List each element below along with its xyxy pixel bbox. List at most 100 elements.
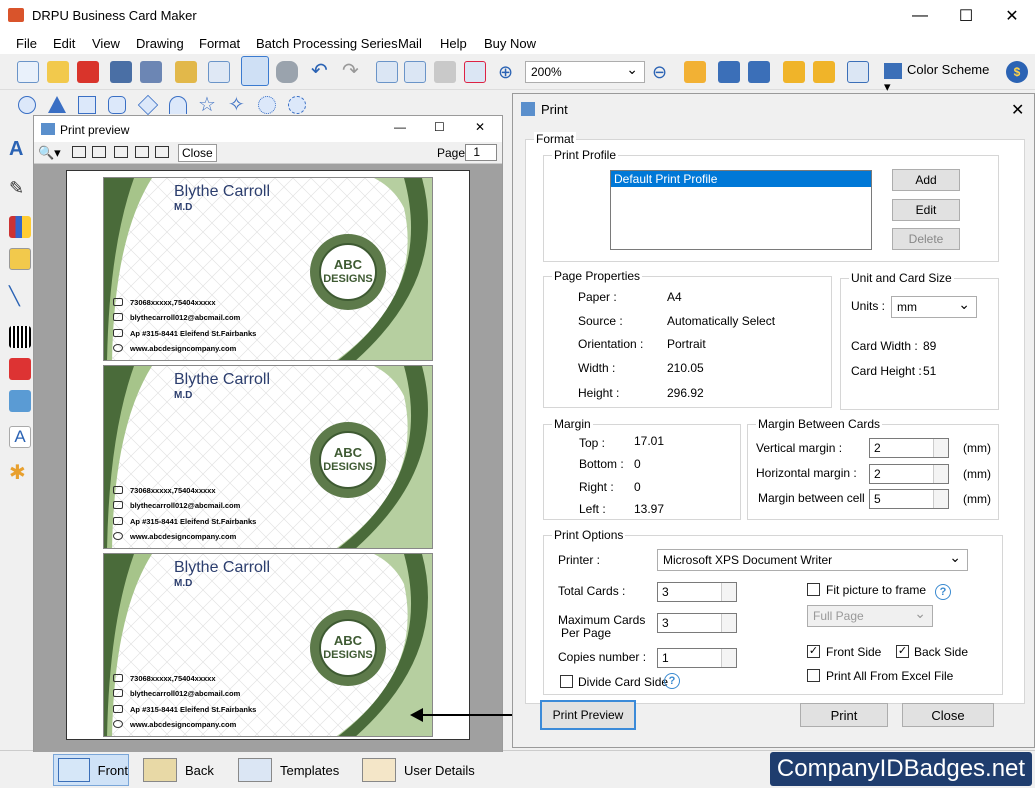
- print-button[interactable]: Print: [800, 703, 888, 727]
- preview-minimize[interactable]: —: [394, 120, 406, 134]
- menu-format[interactable]: Format: [199, 36, 240, 51]
- ellipse-icon[interactable]: [18, 96, 36, 114]
- send-back-icon[interactable]: [748, 61, 770, 83]
- menu-edit[interactable]: Edit: [53, 36, 75, 51]
- zoom-in-icon[interactable]: ⊕: [498, 61, 520, 83]
- horizontal-margin-input[interactable]: 2: [869, 464, 949, 484]
- page-spinner[interactable]: 1: [465, 144, 497, 161]
- buy-icon[interactable]: $: [1006, 61, 1028, 83]
- color-scheme-dropdown[interactable]: Color Scheme ▾: [884, 62, 999, 94]
- total-cards-input[interactable]: 3: [657, 582, 737, 602]
- image-icon[interactable]: [9, 248, 31, 270]
- pen-icon[interactable]: ✎: [9, 178, 31, 200]
- menu-file[interactable]: File: [16, 36, 37, 51]
- tab-back[interactable]: Back: [143, 754, 214, 786]
- puzzle-icon[interactable]: ✱: [9, 460, 31, 484]
- rectangle-icon[interactable]: [78, 96, 96, 114]
- menu-help[interactable]: Help: [440, 36, 467, 51]
- print-icon[interactable]: [241, 56, 269, 86]
- zoom-select[interactable]: 200%: [525, 61, 645, 83]
- minimize-button[interactable]: —: [897, 0, 943, 31]
- copies-input[interactable]: 1: [657, 648, 737, 668]
- printer-select[interactable]: Microsoft XPS Document Writer: [657, 549, 968, 571]
- units-select[interactable]: mm: [891, 296, 977, 318]
- properties-icon[interactable]: [208, 61, 230, 83]
- delete-icon[interactable]: [464, 61, 486, 83]
- maximize-button[interactable]: ☐: [943, 0, 989, 31]
- picture-icon[interactable]: [9, 390, 31, 412]
- profile-list[interactable]: Default Print Profile: [610, 170, 872, 250]
- open-icon[interactable]: [47, 61, 69, 83]
- barcode-icon[interactable]: [9, 326, 31, 348]
- triangle-icon[interactable]: [48, 96, 66, 113]
- menu-mail[interactable]: Mail: [398, 36, 422, 51]
- tab-user-details[interactable]: User Details: [362, 754, 475, 786]
- four-page-icon[interactable]: [135, 146, 149, 158]
- print-preview-button[interactable]: Print Preview: [540, 700, 636, 730]
- preview-maximize[interactable]: ☐: [434, 120, 445, 134]
- preview-close-button[interactable]: Close: [178, 144, 217, 162]
- rounded-rect-icon[interactable]: [108, 96, 126, 114]
- vertical-margin-input[interactable]: 2: [869, 438, 949, 458]
- cut-icon[interactable]: [404, 61, 426, 83]
- profile-item[interactable]: Default Print Profile: [611, 171, 871, 187]
- paste-icon[interactable]: [434, 61, 456, 83]
- edit-button[interactable]: Edit: [892, 199, 960, 221]
- fit-frame-checkbox[interactable]: [807, 583, 820, 596]
- six-page-icon[interactable]: [155, 146, 169, 158]
- back-side-checkbox[interactable]: ✓: [896, 645, 909, 658]
- fit-frame-label: Fit picture to frame: [826, 583, 927, 597]
- zoom-icon[interactable]: 🔍▾: [38, 145, 61, 161]
- export-icon[interactable]: [175, 61, 197, 83]
- redo-icon[interactable]: ↷: [342, 61, 364, 83]
- line-icon[interactable]: ╲: [9, 286, 31, 308]
- menu-batch[interactable]: Batch Processing Series: [256, 36, 398, 51]
- library-icon[interactable]: [9, 216, 31, 238]
- tab-front[interactable]: Front: [53, 754, 129, 786]
- copy-icon[interactable]: [376, 61, 398, 83]
- menu-drawing[interactable]: Drawing: [136, 36, 184, 51]
- front-side-checkbox[interactable]: ✓: [807, 645, 820, 658]
- unlock-icon[interactable]: [813, 61, 835, 83]
- lock-icon[interactable]: [783, 61, 805, 83]
- divide-help-icon[interactable]: ?: [664, 673, 680, 689]
- burst-icon[interactable]: [258, 96, 276, 114]
- save-as-icon[interactable]: [140, 61, 162, 83]
- max-cards-input[interactable]: 3: [657, 613, 737, 633]
- new-icon[interactable]: [17, 61, 39, 83]
- bring-front-icon[interactable]: [718, 61, 740, 83]
- star-icon[interactable]: ☆: [198, 95, 216, 115]
- full-page-select[interactable]: Full Page: [807, 605, 933, 627]
- watermark-icon[interactable]: A: [9, 426, 31, 448]
- shapes-icon[interactable]: [9, 358, 31, 380]
- print-dialog-close[interactable]: ✕: [1011, 100, 1024, 120]
- tab-templates[interactable]: Templates: [238, 754, 339, 786]
- menu-buynow[interactable]: Buy Now: [484, 36, 536, 51]
- delete-button[interactable]: Delete: [892, 228, 960, 250]
- two-page-icon[interactable]: [92, 146, 106, 158]
- menu-view[interactable]: View: [92, 36, 120, 51]
- group-icon[interactable]: [847, 61, 869, 83]
- three-page-icon[interactable]: [114, 146, 128, 158]
- excel-checkbox[interactable]: [807, 669, 820, 682]
- database-icon[interactable]: [276, 61, 298, 83]
- zoom-out-icon[interactable]: ⊖: [652, 61, 674, 83]
- fit-help-icon[interactable]: ?: [935, 584, 951, 600]
- star4-icon[interactable]: ✧: [228, 95, 246, 115]
- save-icon[interactable]: [110, 61, 132, 83]
- undo-icon[interactable]: ↶: [311, 61, 333, 83]
- one-page-icon[interactable]: [72, 146, 86, 158]
- close-doc-icon[interactable]: [77, 61, 99, 83]
- add-button[interactable]: Add: [892, 169, 960, 191]
- close-button[interactable]: ✕: [989, 0, 1035, 31]
- arc-icon[interactable]: [169, 96, 187, 114]
- dialog-close-button[interactable]: Close: [902, 703, 994, 727]
- preview-close[interactable]: ✕: [475, 120, 485, 134]
- card-title: M.D: [174, 578, 193, 589]
- text-icon[interactable]: A: [9, 138, 31, 160]
- diamond-icon[interactable]: [137, 94, 159, 116]
- margin-cell-input[interactable]: 5: [869, 489, 949, 509]
- seal-icon[interactable]: [288, 96, 306, 114]
- divide-card-checkbox[interactable]: [560, 675, 573, 688]
- email-icon[interactable]: [684, 61, 706, 83]
